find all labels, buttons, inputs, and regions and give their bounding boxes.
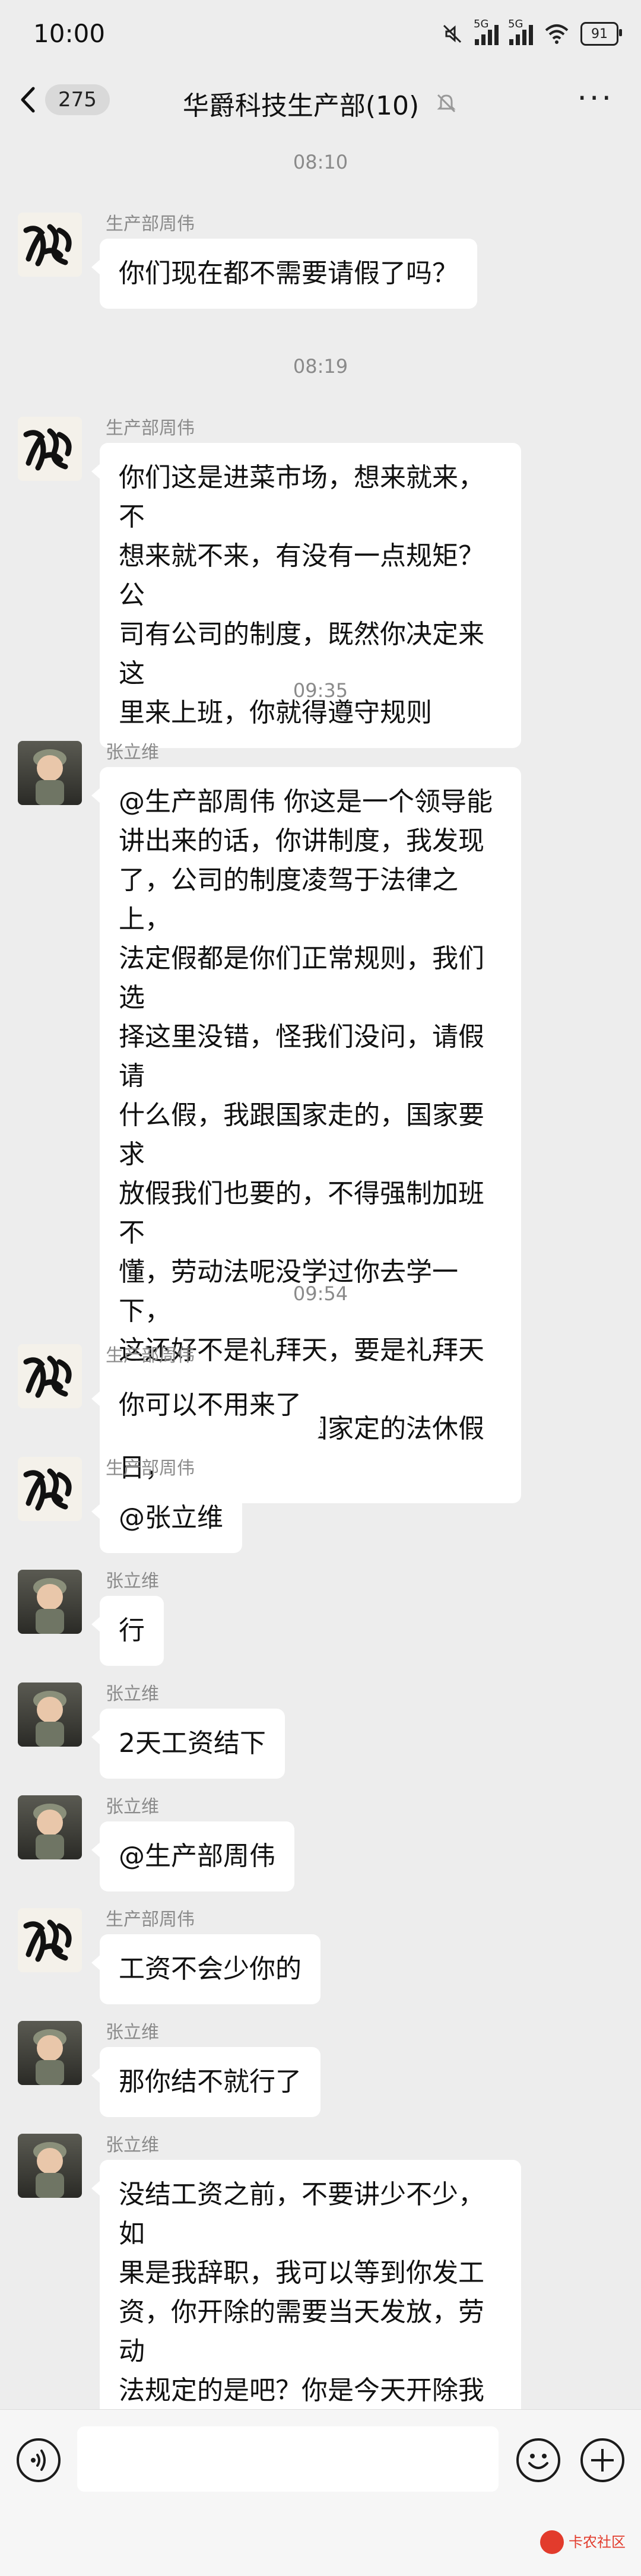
avatar[interactable] xyxy=(18,213,82,277)
chat-header: 275 华爵科技生产部(10) ··· xyxy=(0,70,641,129)
message-bubble[interactable]: 你可以不用来了 xyxy=(91,1370,320,1440)
timestamp: 08:19 xyxy=(293,355,348,378)
message-bubble[interactable]: 那你结不就行了 xyxy=(91,2047,320,2117)
avatar[interactable] xyxy=(18,1795,82,1859)
message-text: 行 xyxy=(119,1615,145,1646)
sender-name: 生产部周伟 xyxy=(106,418,195,439)
avatar[interactable] xyxy=(18,1683,82,1747)
message-text: 那你结不就行了 xyxy=(119,2067,302,2097)
chat-title: 华爵科技生产部(10) xyxy=(182,91,420,121)
message-text: 2天工资结下 xyxy=(119,1728,266,1758)
message-line: 放假我们也要的，不得强制加班不 xyxy=(119,1178,484,1248)
calligraphy-avatar-image xyxy=(23,1919,72,1962)
message-text: 工资不会少你的 xyxy=(119,1954,302,1984)
sender-name: 生产部周伟 xyxy=(106,1458,195,1479)
battery-indicator: 91 xyxy=(580,22,622,46)
avatar[interactable] xyxy=(18,1457,82,1521)
voice-button[interactable] xyxy=(17,2438,61,2482)
message-input[interactable] xyxy=(77,2426,499,2492)
child-avatar-image xyxy=(33,2142,66,2198)
message-line: 讲出来的话，你讲制度，我发现 xyxy=(119,826,484,856)
status-bar: 10:00 5G 5G 91 xyxy=(0,0,641,70)
emoji-button[interactable] xyxy=(516,2438,560,2482)
message-text: @张立维 xyxy=(119,1503,223,1533)
watermark-text: 卡农社区 xyxy=(569,2534,626,2550)
sender-name: 张立维 xyxy=(106,2022,159,2043)
message-text: 你可以不用来了 xyxy=(119,1390,302,1420)
signal-label: 5G xyxy=(474,18,489,30)
message-bubble[interactable]: 工资不会少你的 xyxy=(91,1934,320,2004)
sender-name: 生产部周伟 xyxy=(106,1909,195,1930)
avatar[interactable] xyxy=(18,2134,82,2198)
emoji-icon xyxy=(528,2454,548,2469)
voice-icon xyxy=(31,2450,46,2471)
message-line: 了，公司的制度凌驾于法律之上， xyxy=(119,865,458,934)
avatar[interactable] xyxy=(18,741,82,805)
calligraphy-avatar-image xyxy=(23,1468,72,1511)
message-list[interactable]: 08:10 生产部周伟 你们现在都不需要请假了吗？ 08:19 生产部周伟 你们… xyxy=(0,129,641,2409)
sender-name: 张立维 xyxy=(106,1796,159,1817)
sender-name: 张立维 xyxy=(106,1684,159,1704)
status-time: 10:00 xyxy=(33,19,106,48)
timestamp: 08:10 xyxy=(293,151,348,173)
avatar[interactable] xyxy=(18,1344,82,1408)
message-bubble[interactable]: 行 xyxy=(91,1596,164,1666)
child-avatar-image xyxy=(33,1804,66,1859)
message-line: 你们这是进菜市场，想来就来，不 xyxy=(119,462,484,532)
signal-icon: 5G xyxy=(508,18,533,45)
message-bubble[interactable]: 你们现在都不需要请假了吗？ xyxy=(91,239,477,309)
signal-icon: 5G xyxy=(474,18,499,45)
child-avatar-image xyxy=(33,1691,66,1747)
message-line: 法规定的是吧？你是今天开除我是 xyxy=(119,2375,484,2406)
message-bubble[interactable]: 没结工资之前，不要讲少不少，如 果是我辞职，我可以等到你发工 资，你开除的需要当… xyxy=(91,2160,521,2409)
child-avatar-image xyxy=(33,2029,66,2085)
message-text: 你们现在都不需要请假了吗？ xyxy=(119,258,458,289)
message-line: 果是我辞职，我可以等到你发工 xyxy=(119,2258,484,2288)
avatar[interactable] xyxy=(18,1908,82,1972)
avatar[interactable] xyxy=(18,2021,82,2085)
message-bubble[interactable]: 你们这是进菜市场，想来就来，不 想来就不来，有没有一点规矩？公 司有公司的制度，… xyxy=(91,443,521,748)
sender-name: 张立维 xyxy=(106,2135,159,2156)
calligraphy-avatar-image xyxy=(23,224,72,267)
more-options-button[interactable]: ··· xyxy=(577,83,614,114)
child-avatar-image xyxy=(33,1578,66,1634)
timestamp: 09:35 xyxy=(293,679,348,702)
message-line: 资，你开除的需要当天发放，劳动 xyxy=(119,2297,484,2366)
message-text: @生产部周伟 xyxy=(119,1841,275,1871)
sender-name: 张立维 xyxy=(106,742,159,763)
input-bar xyxy=(0,2409,641,2513)
message-line: 想来就不来，有没有一点规矩？公 xyxy=(119,541,484,610)
bottom-area: 卡农社区 xyxy=(0,2512,641,2576)
mute-icon xyxy=(443,24,462,43)
calligraphy-avatar-image xyxy=(23,428,72,471)
message-line: 法定假都是你们正常规则，我们选 xyxy=(119,943,484,1013)
message-line: 择这里没错，怪我们没问，请假请 xyxy=(119,1022,484,1091)
child-avatar-image xyxy=(33,749,66,805)
calligraphy-avatar-image xyxy=(23,1355,72,1398)
sender-name: 生产部周伟 xyxy=(106,214,195,235)
watermark-logo-icon xyxy=(540,2530,564,2554)
signal-label: 5G xyxy=(508,18,523,30)
chat-title-area[interactable]: 华爵科技生产部(10) xyxy=(0,84,641,122)
sender-name: 张立维 xyxy=(106,1571,159,1592)
timestamp: 09:54 xyxy=(293,1282,348,1305)
message-line: 没结工资之前，不要讲少不少，如 xyxy=(119,2179,484,2249)
message-bubble[interactable]: 2天工资结下 xyxy=(91,1709,285,1779)
bell-off-icon xyxy=(437,94,456,113)
message-line: @生产部周伟 你这是一个领导能 xyxy=(119,787,493,817)
avatar[interactable] xyxy=(18,417,82,481)
wifi-icon xyxy=(545,24,569,44)
avatar[interactable] xyxy=(18,1570,82,1634)
plus-button[interactable] xyxy=(580,2438,624,2482)
message-line: 什么假，我跟国家走的，国家要求 xyxy=(119,1100,484,1170)
message-bubble[interactable]: @生产部周伟 xyxy=(91,1821,294,1891)
watermark: 卡农社区 xyxy=(540,2530,626,2554)
message-bubble[interactable]: @张立维 xyxy=(91,1483,242,1553)
status-icons: 5G 5G 91 xyxy=(440,18,622,50)
sender-name: 生产部周伟 xyxy=(106,1345,195,1366)
